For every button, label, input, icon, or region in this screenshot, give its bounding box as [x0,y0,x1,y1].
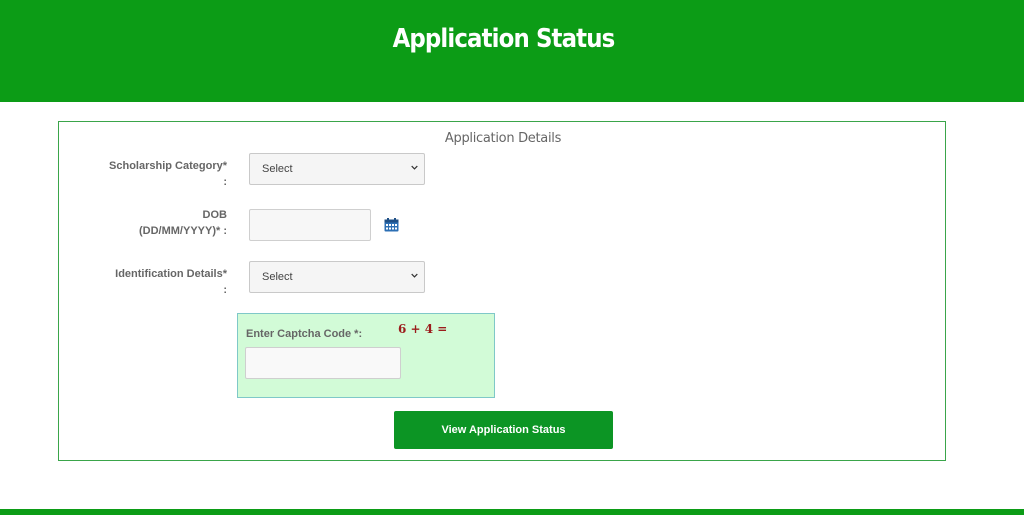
page-title: Application Status [392,24,616,54]
dob-input[interactable] [249,209,371,241]
page-footer-bar [0,509,1024,515]
view-application-status-button[interactable]: View Application Status [394,411,613,449]
chevron-down-icon [411,165,418,170]
dob-label: DOB (DD/MM/YYYY)* : [139,209,227,237]
scholarship-category-label: Scholarship Category* : [109,160,227,188]
scholarship-category-select[interactable]: Select [249,153,425,185]
captcha-input[interactable] [245,347,401,379]
application-details-panel: Application Details Scholarship Category… [58,121,946,461]
captcha-question: 6 + 4 = [398,322,448,336]
chevron-down-icon [411,273,418,278]
identification-select[interactable]: Select [249,261,425,293]
panel-title: Application Details [444,131,562,146]
scholarship-category-value: Select [262,163,293,175]
captcha-box: Enter Captcha Code *: 6 + 4 = [237,313,495,398]
identification-label: Identification Details* : [115,268,227,296]
calendar-icon[interactable] [384,218,399,232]
page-header: Application Status [0,0,1024,102]
captcha-label: Enter Captcha Code *: [246,328,363,340]
identification-value: Select [262,271,293,283]
